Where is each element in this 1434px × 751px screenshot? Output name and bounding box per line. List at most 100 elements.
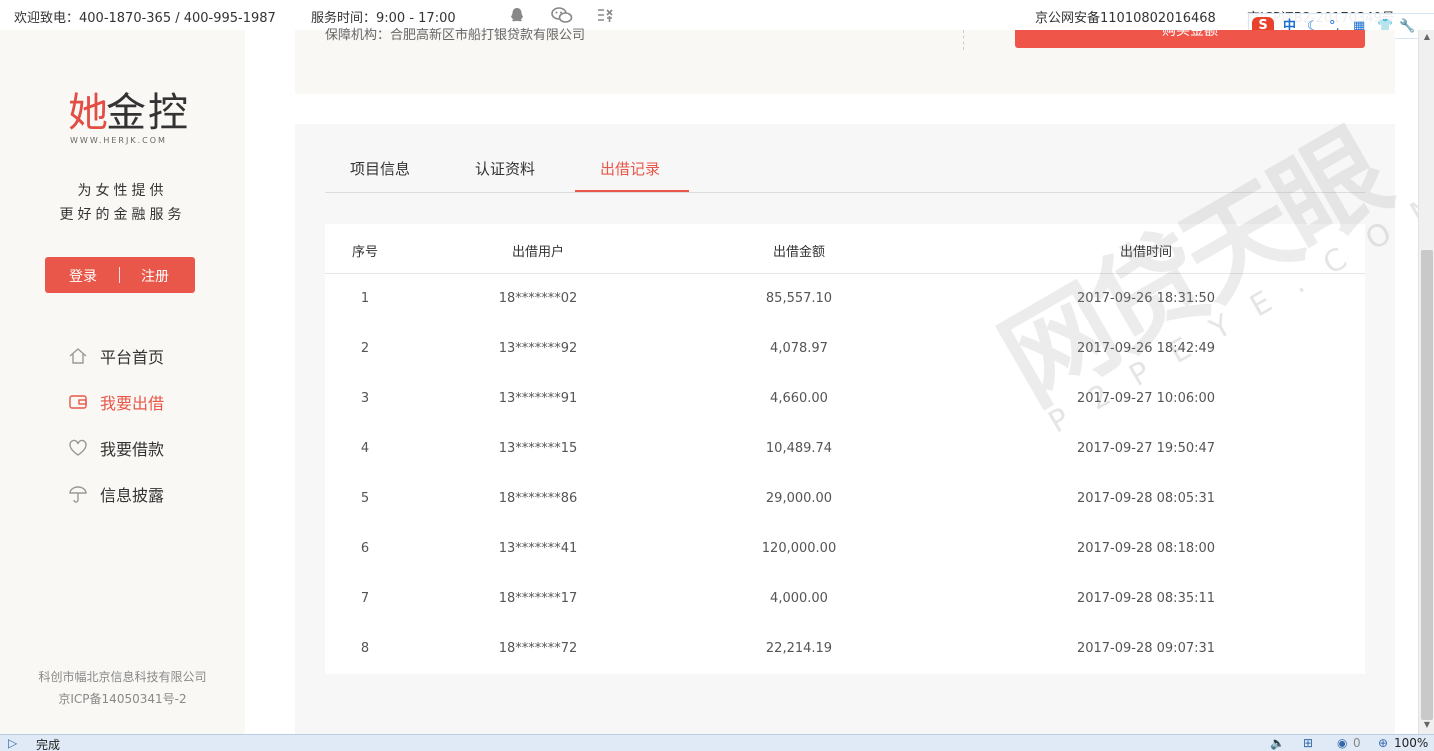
register-button[interactable]: 注册 [141, 266, 169, 286]
welcome-hotline: 欢迎致电：400-1870-365 / 400-995-1987 [14, 11, 276, 26]
row-amount: 120,000.00 [761, 541, 837, 556]
qq-icon[interactable] [508, 6, 526, 24]
row-index: 8 [360, 641, 370, 656]
row-user: 18*******86 [498, 491, 578, 506]
zone-count: 0 [1353, 736, 1361, 750]
slogan-line-2: 更好的金融服务 [59, 207, 186, 223]
row-user: 13*******91 [498, 391, 578, 406]
nav-item-label: 我要出借 [100, 394, 165, 413]
row-amount: 4,660.00 [770, 391, 828, 406]
header-amount: 出借金额 [772, 245, 826, 260]
download-icon[interactable]: ⊞ [1303, 736, 1313, 750]
nav-item-label: 信息披露 [100, 486, 165, 505]
scroll-up-arrow-icon[interactable]: ▲ [1422, 32, 1432, 42]
tab-lending-records[interactable]: 出借记录 [600, 158, 660, 179]
table-row: 5 18*******86 29,000.00 2017-09-28 08:05:31 [325, 474, 1365, 524]
buy-button[interactable]: 购买金额 [1015, 24, 1365, 48]
company-name: 科创市幅北京信息科技有限公司 [38, 670, 207, 684]
row-index: 7 [360, 591, 370, 606]
weibo-icon[interactable] [596, 6, 614, 24]
zoom-level[interactable]: 100% [1394, 736, 1428, 750]
header-user: 出借用户 [511, 245, 565, 260]
tab-bar: 项目信息 认证资料 出借记录 [325, 124, 1365, 193]
browser-status-bar: ▷ 完成 🔈 ⊞ ◉ 0 ⊕ 100% [0, 734, 1434, 751]
row-index: 2 [360, 341, 370, 356]
row-time: 2017-09-27 10:06:00 [1076, 391, 1216, 406]
auth-divider [119, 267, 120, 283]
active-tab-indicator [575, 190, 689, 192]
row-amount: 85,557.10 [765, 291, 833, 306]
header-time: 出借时间 [1119, 245, 1173, 260]
table-row: 8 18*******72 22,214.19 2017-09-28 09:07:31 [325, 624, 1365, 674]
table-row: 2 13*******92 4,078.97 2017-09-26 18:42:49 [325, 324, 1365, 374]
scroll-thumb[interactable] [1421, 250, 1433, 720]
row-index: 4 [360, 441, 370, 456]
table-row: 7 18*******17 4,000.00 2017-09-28 08:35:11 [325, 574, 1365, 624]
table-row: 1 18*******02 85,557.10 2017-09-26 18:31:50 [325, 274, 1365, 324]
vertical-scrollbar[interactable]: ▲ ▼ [1418, 30, 1434, 734]
row-time: 2017-09-26 18:42:49 [1076, 341, 1216, 356]
wechat-icon[interactable] [551, 6, 573, 24]
row-index: 1 [360, 291, 370, 306]
guarantor-text: 保障机构：合肥高新区市船打银贷款有限公司 [325, 28, 586, 43]
row-amount: 29,000.00 [765, 491, 833, 506]
table-row: 3 13*******91 4,660.00 2017-09-27 10:06:00 [325, 374, 1365, 424]
logo-jk: 金控 [106, 90, 190, 136]
row-user: 13*******15 [498, 441, 578, 456]
table-row: 4 13*******15 10,489.74 2017-09-27 19:50:47 [325, 424, 1365, 474]
row-time: 2017-09-28 08:05:31 [1076, 491, 1216, 506]
zoom-icon[interactable]: ⊕ [1378, 736, 1388, 750]
row-amount: 4,000.00 [770, 591, 828, 606]
card-divider [963, 30, 964, 50]
auth-button-group: 登录 注册 [45, 257, 195, 293]
row-amount: 4,078.97 [770, 341, 828, 356]
project-summary-card: 保障机构：合肥高新区市船打银贷款有限公司 购买金额 [295, 24, 1395, 94]
scroll-down-arrow-icon[interactable]: ▼ [1422, 720, 1432, 730]
zone-icon[interactable]: ◉ [1337, 736, 1347, 750]
sidebar: 她金控 WWW.HERJK.COM 为女性提供 更好的金融服务 登录 注册 平台… [0, 30, 245, 734]
row-time: 2017-09-28 08:18:00 [1076, 541, 1216, 556]
row-time: 2017-09-26 18:31:50 [1076, 291, 1216, 306]
row-user: 13*******41 [498, 541, 578, 556]
status-text: 完成 [36, 738, 61, 751]
company-icp[interactable]: 京ICP备14050341号-2 [0, 690, 245, 707]
heart-icon [68, 439, 88, 457]
speaker-icon[interactable]: 🔈 [1270, 736, 1285, 750]
row-time: 2017-09-27 19:50:47 [1076, 441, 1216, 456]
nav-item-label: 平台首页 [100, 348, 165, 367]
umbrella-icon [68, 485, 88, 503]
logo[interactable]: 她金控 WWW.HERJK.COM [68, 80, 190, 145]
tab-certification[interactable]: 认证资料 [475, 158, 535, 179]
play-icon[interactable]: ▷ [8, 736, 17, 750]
table-header: 序号 出借用户 出借金额 出借时间 [325, 224, 1365, 274]
row-amount: 10,489.74 [765, 441, 833, 456]
nav-item-borrow[interactable]: 我要借款 [68, 436, 208, 460]
row-user: 18*******02 [498, 291, 578, 306]
row-user: 18*******17 [498, 591, 578, 606]
row-amount: 22,214.19 [765, 641, 833, 656]
row-user: 18*******72 [498, 641, 578, 656]
wrench-icon[interactable]: 🔧 [1399, 18, 1415, 36]
row-user: 13*******92 [498, 341, 578, 356]
home-icon [68, 347, 88, 365]
slogan-line-1: 为女性提供 [77, 183, 168, 199]
content-gutter [245, 30, 295, 734]
tab-project-info[interactable]: 项目信息 [350, 158, 410, 179]
table-row: 6 13*******41 120,000.00 2017-09-28 08:18:0… [325, 524, 1365, 574]
header-index: 序号 [351, 245, 379, 260]
buy-button-label: 购买金额 [1162, 23, 1218, 39]
row-index: 5 [360, 491, 370, 506]
detail-panel: 项目信息 认证资料 出借记录 序号 出借用户 出借金额 出借时间 1 18****… [295, 124, 1395, 734]
row-time: 2017-09-28 08:35:11 [1076, 591, 1216, 606]
row-time: 2017-09-28 09:07:31 [1076, 641, 1216, 656]
nav-item-label: 我要借款 [100, 440, 165, 459]
lending-records-table: 序号 出借用户 出借金额 出借时间 1 18*******02 85,557.10 2… [325, 224, 1365, 674]
row-index: 6 [360, 541, 370, 556]
nav-item-home[interactable]: 平台首页 [68, 344, 208, 368]
row-index: 3 [360, 391, 370, 406]
logo-her: 她 [68, 90, 108, 136]
logo-url: WWW.HERJK.COM [70, 136, 167, 145]
login-button[interactable]: 登录 [69, 266, 97, 286]
nav-item-invest[interactable]: 我要出借 [68, 390, 208, 414]
nav-item-disclosure[interactable]: 信息披露 [68, 482, 208, 506]
